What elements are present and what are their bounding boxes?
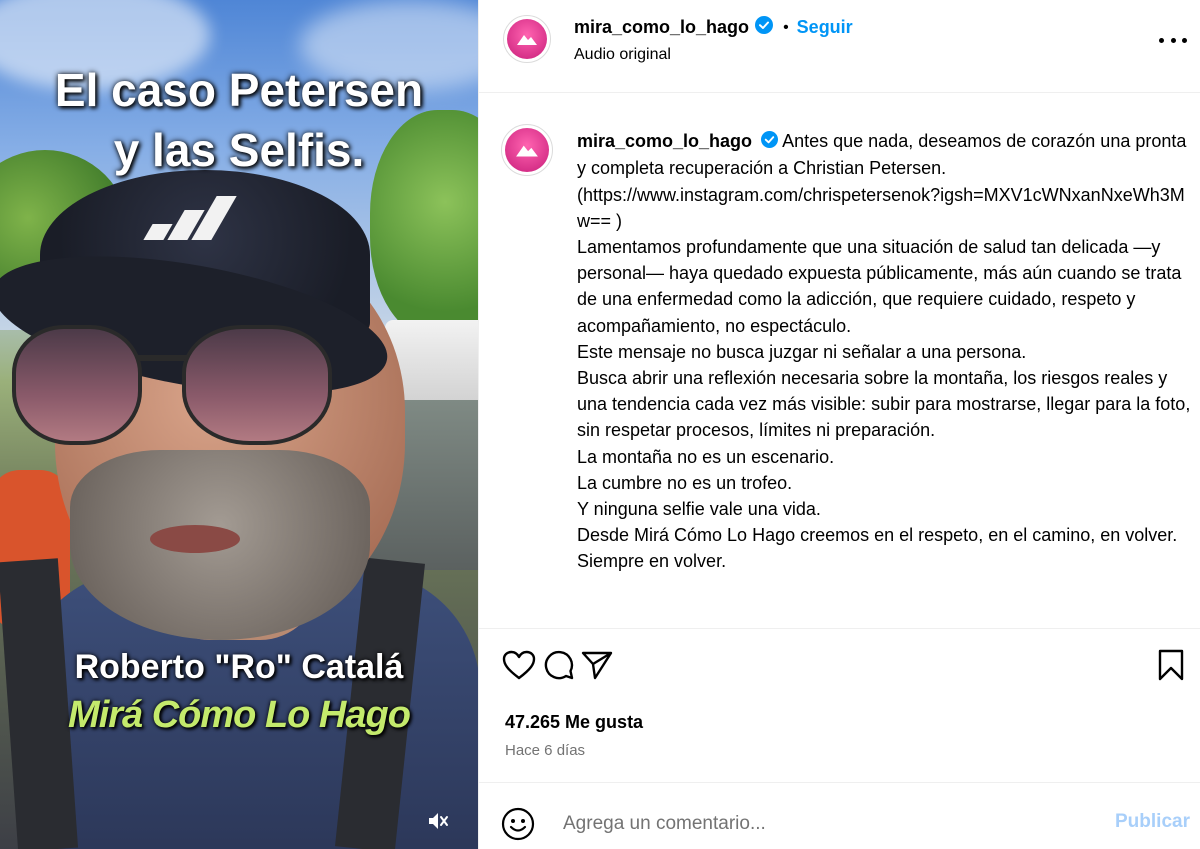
caption-text: mira_como_lo_hago Antes que nada, deseam… <box>577 128 1192 575</box>
caption-paragraph: Desde Mirá Cómo Lo Hago creemos en el re… <box>577 525 1178 546</box>
avatar[interactable] <box>503 15 551 63</box>
video-presenter-name: Roberto "Ro" Catalá <box>74 648 404 686</box>
mute-button[interactable] <box>420 806 456 836</box>
share-icon <box>581 651 613 680</box>
comment-input[interactable] <box>563 811 1083 837</box>
header-username[interactable]: mira_como_lo_hago <box>574 17 749 38</box>
caption-paragraph: La montaña no es un escenario. <box>577 446 835 467</box>
post-header: mira_como_lo_hago • Seguir Audio origina… <box>479 0 1200 93</box>
save-button[interactable] <box>1151 645 1191 685</box>
emoji-icon <box>501 807 535 841</box>
caption-paragraph: Lamentamos profundamente que una situaci… <box>577 236 1182 336</box>
video-title-line-2: y las Selfis. <box>113 124 365 176</box>
caption-paragraph: Busca abrir una reflexión necesaria sobr… <box>577 367 1191 441</box>
video-brand-name: Mirá Cómo Lo Hago <box>68 694 411 736</box>
likes-count[interactable]: 47.265 Me gusta <box>505 712 643 733</box>
caption-paragraph: Este mensaje no busca juzgar ni señalar … <box>577 341 1027 362</box>
comment-icon <box>544 650 574 680</box>
caption-paragraph: Siempre en volver. <box>577 551 727 572</box>
instagram-post-view: El caso Petersen y las Selfis. Roberto "… <box>0 0 1200 849</box>
verified-badge-icon <box>755 16 774 39</box>
caption-paragraph: Y ninguna selfie vale una vida. <box>577 498 821 519</box>
caption-avatar[interactable] <box>501 124 553 176</box>
verified-badge-icon <box>761 129 779 155</box>
caption-link: (https://www.instagram.com/chrispetersen… <box>577 184 1185 231</box>
speaker-muted-icon <box>429 813 448 829</box>
more-options-button[interactable] <box>1159 30 1187 50</box>
share-button[interactable] <box>577 645 617 685</box>
follow-button[interactable]: Seguir <box>797 17 853 38</box>
video-title-line-1: El caso Petersen <box>54 64 424 116</box>
caption-paragraph: La cumbre no es un trofeo. <box>577 472 793 493</box>
heart-icon <box>502 650 536 680</box>
publish-button[interactable]: Publicar <box>1115 811 1190 833</box>
post-timestamp[interactable]: Hace 6 días <box>505 742 585 759</box>
video-player[interactable]: El caso Petersen y las Selfis. Roberto "… <box>0 0 478 849</box>
post-details-panel: mira_como_lo_hago • Seguir Audio origina… <box>478 0 1200 849</box>
comment-button[interactable] <box>539 645 579 685</box>
cap-logo <box>140 195 240 240</box>
brand-logo-icon <box>517 35 537 45</box>
audio-label[interactable]: Audio original <box>574 46 671 64</box>
caption-username[interactable]: mira_como_lo_hago <box>577 131 752 151</box>
sunglasses <box>12 325 332 455</box>
bookmark-icon <box>1158 649 1184 681</box>
separator-dot: • <box>783 18 789 36</box>
more-options-icon <box>1159 37 1164 43</box>
header-user-row: mira_como_lo_hago • Seguir <box>574 16 853 39</box>
like-button[interactable] <box>499 645 539 685</box>
emoji-button[interactable] <box>501 807 535 841</box>
comment-bar: Publicar <box>479 782 1200 849</box>
brand-logo-icon <box>516 145 538 157</box>
post-caption: mira_como_lo_hago Antes que nada, deseam… <box>479 94 1200 629</box>
action-bar <box>479 645 1200 695</box>
